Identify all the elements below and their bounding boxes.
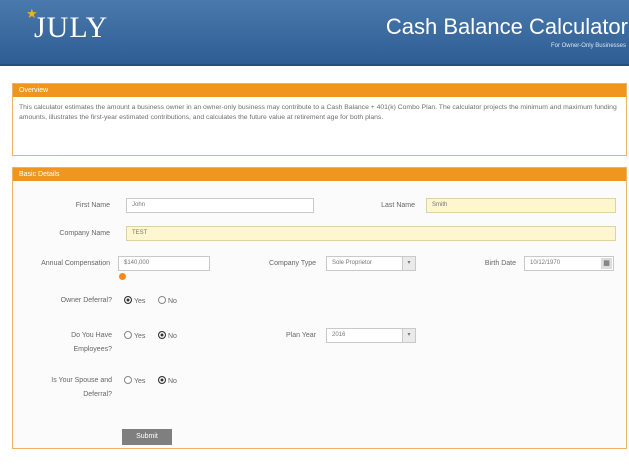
birth-date-input[interactable]: 10/12/1970 ▦ bbox=[524, 256, 614, 271]
overview-panel: Overview This calculator estimates the a… bbox=[12, 83, 627, 156]
overview-text: This calculator estimates the amount a b… bbox=[19, 104, 617, 121]
page-subtitle: For Owner-Only Businesses bbox=[550, 43, 626, 49]
company-name-label: Company Name bbox=[59, 230, 110, 237]
company-type-value: Sole Proprietor bbox=[332, 260, 373, 266]
chevron-down-icon[interactable]: ▾ bbox=[402, 329, 415, 342]
radio-selected-icon bbox=[158, 331, 166, 339]
spouse-deferral-yes-radio[interactable]: Yes bbox=[124, 376, 145, 387]
calendar-icon[interactable]: ▦ bbox=[601, 258, 612, 269]
logo[interactable]: JULY bbox=[34, 11, 108, 45]
plan-year-value: 2016 bbox=[332, 332, 346, 338]
radio-yes-label: Yes bbox=[134, 298, 146, 305]
annual-compensation-label: Annual Compensation bbox=[41, 260, 110, 267]
spouse-deferral-no-radio[interactable]: No bbox=[158, 376, 177, 387]
owner-deferral-no-radio[interactable]: No bbox=[158, 296, 177, 307]
radio-unselected-icon bbox=[124, 331, 132, 339]
app-header: ★ JULY Cash Balance Calculator For Owner… bbox=[0, 0, 629, 66]
basic-details-heading: Basic Details bbox=[13, 168, 626, 181]
company-name-input[interactable]: TEST bbox=[126, 226, 616, 241]
radio-no-label: No bbox=[168, 298, 177, 305]
spouse-deferral-label-line1: Is Your Spouse and bbox=[51, 377, 112, 384]
warning-icon bbox=[119, 273, 126, 280]
owner-deferral-label: Owner Deferral? bbox=[60, 297, 112, 304]
radio-unselected-icon bbox=[158, 296, 166, 304]
employees-label-line2: Employees? bbox=[73, 346, 112, 353]
owner-deferral-yes-radio[interactable]: Yes bbox=[124, 296, 145, 307]
first-name-label: First Name bbox=[75, 202, 110, 209]
employees-no-radio[interactable]: No bbox=[158, 331, 177, 342]
radio-no-label: No bbox=[168, 378, 177, 385]
chevron-down-icon[interactable]: ▾ bbox=[402, 257, 415, 270]
last-name-input[interactable]: Smith bbox=[426, 198, 616, 213]
radio-selected-icon bbox=[158, 376, 166, 384]
radio-no-label: No bbox=[168, 333, 177, 340]
radio-unselected-icon bbox=[124, 376, 132, 384]
plan-year-select[interactable]: 2016 ▾ bbox=[326, 328, 416, 343]
overview-heading: Overview bbox=[13, 84, 626, 97]
last-name-label: Last Name bbox=[381, 202, 415, 209]
company-type-label: Company Type bbox=[269, 260, 316, 267]
employees-yes-radio[interactable]: Yes bbox=[124, 331, 145, 342]
first-name-input[interactable]: John bbox=[126, 198, 314, 213]
birth-date-label: Birth Date bbox=[484, 260, 516, 267]
employees-label-line1: Do You Have bbox=[71, 332, 112, 339]
radio-yes-label: Yes bbox=[134, 378, 146, 385]
submit-button[interactable]: Submit bbox=[122, 429, 172, 445]
spouse-deferral-label-line2: Deferral? bbox=[83, 391, 112, 398]
company-type-select[interactable]: Sole Proprietor ▾ bbox=[326, 256, 416, 271]
radio-yes-label: Yes bbox=[134, 333, 146, 340]
radio-selected-icon bbox=[124, 296, 132, 304]
birth-date-value: 10/12/1970 bbox=[530, 260, 561, 266]
plan-year-label: Plan Year bbox=[286, 332, 316, 339]
page-title: Cash Balance Calculator bbox=[385, 14, 628, 39]
annual-compensation-input[interactable]: $140,000 bbox=[118, 256, 210, 271]
